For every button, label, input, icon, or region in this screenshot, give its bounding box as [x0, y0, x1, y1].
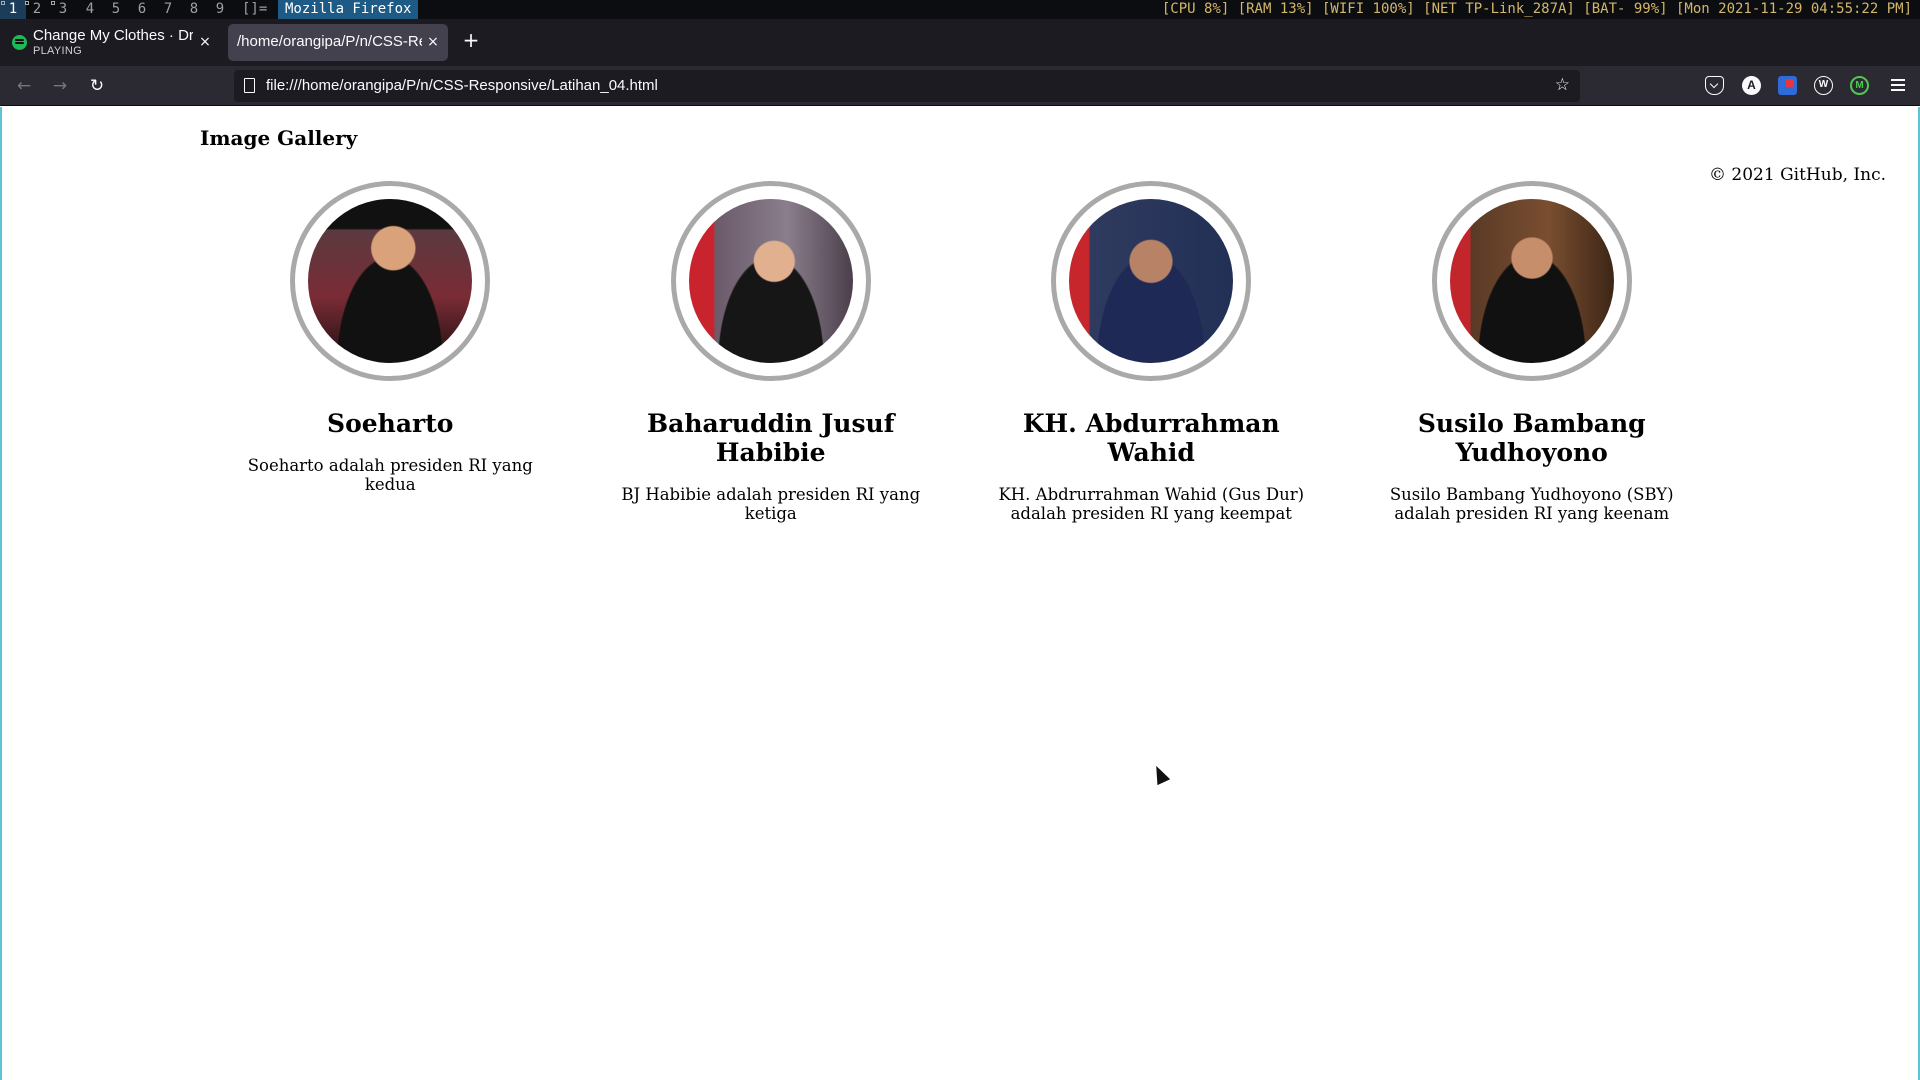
card-name: Baharuddin Jusuf Habibie: [647, 409, 895, 467]
workspace-9[interactable]: 9: [207, 0, 233, 19]
gallery-card: Baharuddin Jusuf Habibie BJ Habibie adal…: [581, 181, 962, 523]
addon-a-icon[interactable]: A: [1742, 76, 1761, 95]
tab-title: /home/orangipa/P/n/CSS-Res: [237, 33, 422, 50]
card-name: Soeharto: [327, 409, 454, 438]
image-gallery: Soeharto Soeharto adalah presiden RI yan…: [200, 181, 1722, 523]
forward-arrow-icon[interactable]: →: [47, 73, 73, 99]
mouse-cursor-icon: [1149, 762, 1171, 786]
tab-spotify[interactable]: Change My Clothes · Drea PLAYING ×: [5, 24, 220, 61]
card-name: KH. Abdurrahman Wahid: [1022, 409, 1280, 467]
reload-icon[interactable]: ↻: [84, 73, 110, 99]
page-title: Image Gallery: [200, 126, 358, 150]
back-arrow-icon[interactable]: ←: [11, 73, 37, 99]
page-icon: [244, 78, 255, 93]
card-name: Susilo Bambang Yudhoyono: [1417, 409, 1646, 467]
portrait-abdurrahman-wahid: [1051, 181, 1252, 381]
spotify-icon: [12, 35, 27, 50]
gallery-card: Soeharto Soeharto adalah presiden RI yan…: [200, 181, 581, 523]
card-description: Soeharto adalah presiden RI yang kedua: [247, 456, 533, 494]
workspace-3[interactable]: 3: [50, 0, 76, 19]
addon-m-icon[interactable]: M: [1850, 76, 1869, 95]
workspace-5[interactable]: 5: [103, 0, 129, 19]
close-icon[interactable]: ×: [196, 33, 214, 51]
card-description: BJ Habibie adalah presiden RI yang ketig…: [621, 485, 921, 523]
page-content: Image Gallery © 2021 GitHub, Inc. Soehar…: [0, 107, 1920, 1080]
tab-local-file[interactable]: /home/orangipa/P/n/CSS-Res ×: [228, 24, 448, 61]
gallery-card: Susilo Bambang Yudhoyono Susilo Bambang …: [1342, 181, 1723, 523]
portrait-habibie: [670, 181, 871, 381]
copyright-text: © 2021 GitHub, Inc.: [1709, 165, 1886, 185]
workspace-2[interactable]: 2: [24, 0, 50, 19]
focused-window-title: Mozilla Firefox: [278, 0, 419, 19]
wm-status-bar: 1 2 3 4 5 6 7 8 9 []= Mozilla Firefox [C…: [0, 0, 1920, 19]
tab-strip: Change My Clothes · Drea PLAYING × /home…: [0, 19, 1920, 66]
new-tab-button[interactable]: +: [459, 28, 483, 52]
addon-w-icon[interactable]: W: [1814, 76, 1833, 95]
hamburger-menu-icon[interactable]: [1890, 75, 1906, 95]
layout-indicator[interactable]: []=: [242, 0, 267, 19]
close-icon[interactable]: ×: [424, 33, 442, 51]
workspace-8[interactable]: 8: [181, 0, 207, 19]
workspace-6[interactable]: 6: [129, 0, 155, 19]
card-description: KH. Abdrurrahman Wahid (Gus Dur) adalah …: [998, 485, 1305, 523]
system-status: [CPU 8%] [RAM 13%] [WIFI 100%] [NET TP-L…: [1161, 1, 1912, 17]
workspace-4[interactable]: 4: [77, 0, 103, 19]
workspace-7[interactable]: 7: [155, 0, 181, 19]
addon-shield-icon[interactable]: [1778, 76, 1797, 95]
url-bar[interactable]: file:///home/orangipa/P/n/CSS-Responsive…: [234, 70, 1580, 102]
portrait-soeharto: [290, 181, 491, 381]
gallery-card: KH. Abdurrahman Wahid KH. Abdrurrahman W…: [961, 181, 1342, 523]
url-text[interactable]: file:///home/orangipa/P/n/CSS-Responsive…: [266, 77, 658, 94]
workspace-1[interactable]: 1: [0, 0, 26, 19]
navigation-toolbar: ← → ↻ file:///home/orangipa/P/n/CSS-Resp…: [0, 66, 1920, 106]
tab-title: Change My Clothes · Drea: [33, 27, 193, 44]
portrait-susilo-bambang-yudhoyono: [1431, 181, 1632, 381]
card-description: Susilo Bambang Yudhoyono (SBY) adalah pr…: [1389, 485, 1674, 523]
pocket-icon[interactable]: [1705, 76, 1724, 95]
bookmark-star-icon[interactable]: ☆: [1555, 75, 1570, 95]
tab-playing-label: PLAYING: [33, 45, 82, 57]
